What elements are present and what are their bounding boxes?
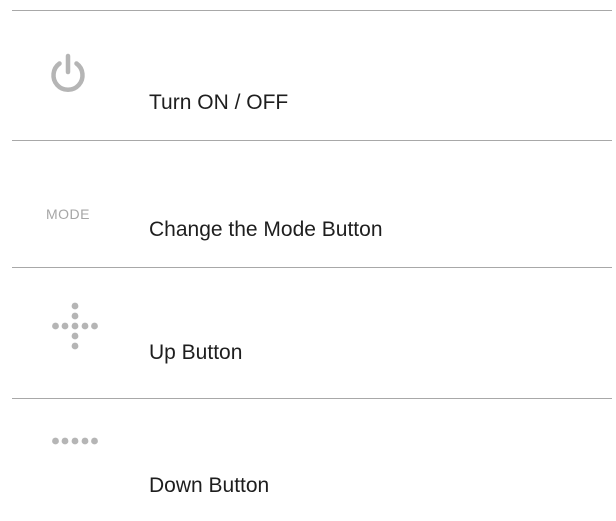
power-label: Turn ON / OFF (149, 91, 289, 114)
mode-icon: MODE (46, 206, 90, 222)
divider-2 (12, 267, 612, 268)
divider-1 (12, 140, 612, 141)
down-dots-icon (52, 434, 108, 453)
power-icon (44, 52, 92, 105)
up-dots-icon (52, 300, 108, 371)
divider-top (12, 10, 612, 11)
up-label: Up Button (149, 341, 243, 364)
mode-label: Change the Mode Button (149, 218, 383, 241)
down-label: Down Button (149, 474, 270, 497)
divider-3 (12, 398, 612, 399)
